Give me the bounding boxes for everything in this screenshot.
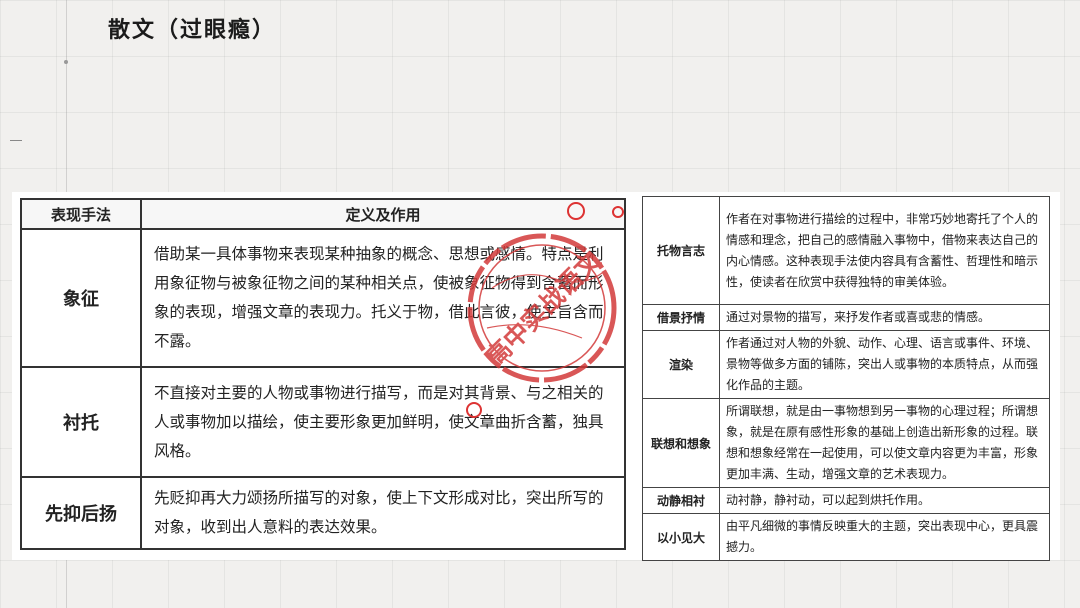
margin-dot xyxy=(64,60,68,64)
table-row: 联想和想象 所谓联想，就是由一事物想到另一事物的心理过程；所谓想象，就是在原有感… xyxy=(642,398,1050,488)
techniques-table-right: 托物言志 作者在对事物进行描绘的过程中，非常巧妙地寄托了个人的情感和理念，把自己… xyxy=(642,196,1050,561)
definition-cell: 作者通过对人物的外貌、动作、心理、语言或事件、环境、景物等做多方面的铺陈，突出人… xyxy=(719,330,1050,399)
circle-mark-1 xyxy=(567,202,585,220)
table-row: 借景抒情 通过对景物的描写，来抒发作者或喜或悲的情感。 xyxy=(642,304,1050,331)
term-cell: 象征 xyxy=(20,228,142,368)
page-title: 散文（过眼瘾） xyxy=(108,17,277,43)
table-row: 渲染 作者通过对人物的外貌、动作、心理、语言或事件、环境、景物等做多方面的铺陈，… xyxy=(642,330,1050,399)
term-cell: 动静相衬 xyxy=(642,487,720,514)
table-row: 先抑后扬 先贬抑再大力颂扬所描写的对象，使上下文形成对比，突出所写的对象，收到出… xyxy=(20,476,626,550)
definition-cell: 通过对景物的描写，来抒发作者或喜或悲的情感。 xyxy=(719,304,1050,331)
term-cell: 联想和想象 xyxy=(642,398,720,488)
term-cell: 以小见大 xyxy=(642,513,720,561)
header-term: 表现手法 xyxy=(20,198,142,230)
term-cell: 衬托 xyxy=(20,366,142,478)
term-cell: 先抑后扬 xyxy=(20,476,142,550)
definition-cell: 作者在对事物进行描绘的过程中，非常巧妙地寄托了个人的情感和理念，把自己的感情融入… xyxy=(719,196,1050,305)
seal-stamp: 高中实战语文 xyxy=(467,233,617,383)
definition-cell: 先贬抑再大力颂扬所描写的对象，使上下文形成对比，突出所写的对象，收到出人意料的表… xyxy=(140,476,626,550)
right-table-panel: 托物言志 作者在对事物进行描绘的过程中，非常巧妙地寄托了个人的情感和理念，把自己… xyxy=(630,192,1060,561)
term-cell: 借景抒情 xyxy=(642,304,720,331)
margin-dash xyxy=(10,140,22,141)
table-row: 托物言志 作者在对事物进行描绘的过程中，非常巧妙地寄托了个人的情感和理念，把自己… xyxy=(642,196,1050,305)
definition-cell: 动衬静，静衬动，可以起到烘托作用。 xyxy=(719,487,1050,514)
stamp-text: 高中实战语文 xyxy=(480,245,607,372)
definition-cell: 由平凡细微的事情反映重大的主题，突出表现中心，更具震撼力。 xyxy=(719,513,1050,561)
term-cell: 渲染 xyxy=(642,330,720,399)
table-header-row: 表现手法 定义及作用 xyxy=(20,198,626,230)
header-definition: 定义及作用 xyxy=(140,198,626,230)
circle-mark-3 xyxy=(466,402,482,418)
term-cell: 托物言志 xyxy=(642,196,720,305)
definition-cell: 所谓联想，就是由一事物想到另一事物的心理过程；所谓想象，就是在原有感性形象的基础… xyxy=(719,398,1050,488)
table-row: 以小见大 由平凡细微的事情反映重大的主题，突出表现中心，更具震撼力。 xyxy=(642,513,1050,561)
table-row: 动静相衬 动衬静，静衬动，可以起到烘托作用。 xyxy=(642,487,1050,514)
circle-mark-2 xyxy=(612,206,624,218)
